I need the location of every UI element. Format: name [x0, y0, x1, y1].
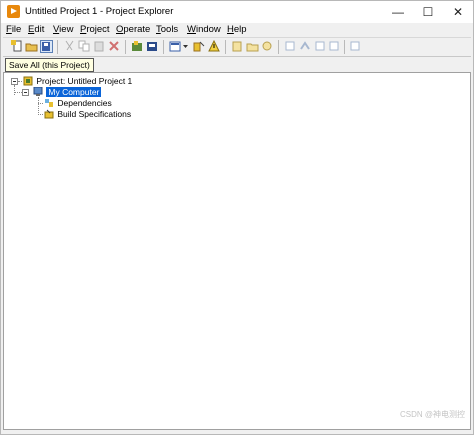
open-folder-icon[interactable] — [25, 40, 38, 53]
title-bar: Untitled Project 1 - Project Explorer — … — [1, 1, 473, 23]
expand-icon[interactable] — [284, 40, 297, 53]
watermark: CSDN @神电测控 — [399, 410, 465, 419]
toolbar-separator — [344, 40, 345, 54]
copy-icon[interactable] — [78, 40, 91, 53]
maximize-icon[interactable]: ☐ — [413, 1, 443, 23]
tree-line — [18, 81, 22, 82]
tree-line — [38, 97, 39, 115]
toolbar-separator — [225, 40, 226, 54]
warning-icon[interactable] — [208, 39, 221, 53]
dependencies-icon — [45, 99, 53, 107]
menu-edit[interactable]: Edit — [28, 24, 44, 35]
menu-operate[interactable]: Operate — [116, 24, 150, 35]
build-specifications-label: Build Specifications — [57, 109, 132, 119]
project-explorer-window: Untitled Project 1 - Project Explorer — … — [0, 0, 474, 435]
menu-view[interactable]: View — [53, 24, 73, 35]
build-specifications-icon — [44, 109, 54, 119]
tree-node-dependencies[interactable]: Dependencies — [44, 98, 112, 108]
save-all-icon[interactable] — [40, 40, 53, 53]
close-icon[interactable]: ✕ — [443, 1, 473, 23]
project-icon — [23, 76, 33, 86]
refresh-icon[interactable] — [314, 40, 327, 53]
tree-node-my-computer[interactable]: My Computer — [33, 86, 102, 97]
toolbar-separator — [57, 40, 58, 54]
add-folder-icon[interactable] — [246, 40, 259, 53]
toolbar-separator — [125, 40, 126, 54]
minimize-icon[interactable]: — — [383, 1, 413, 23]
tree-line — [38, 103, 43, 104]
labview-app-icon — [7, 5, 20, 18]
menu-bar: File Edit View Project Operate Tools Win… — [1, 23, 473, 37]
save-all-tooltip: Save All (this Project) — [5, 58, 94, 72]
sort-icon[interactable] — [328, 40, 341, 53]
deploy-icon[interactable] — [146, 40, 159, 53]
window-title: Untitled Project 1 - Project Explorer — [25, 6, 174, 17]
delete-icon[interactable] — [108, 40, 121, 53]
filter-icon[interactable] — [193, 40, 206, 53]
tree-line — [14, 85, 15, 95]
my-computer-label: My Computer — [46, 87, 102, 97]
paste-icon[interactable] — [93, 40, 106, 53]
menu-file[interactable]: File — [6, 24, 21, 35]
view-as-icon[interactable] — [169, 40, 182, 53]
tree-node-build-specifications[interactable]: Build Specifications — [44, 109, 131, 119]
menu-window[interactable]: Window — [187, 24, 221, 35]
project-tree[interactable]: Project: Untitled Project 1 My Computer … — [3, 72, 471, 430]
add-file-icon[interactable] — [231, 40, 244, 53]
toolbar — [3, 37, 471, 57]
computer-icon — [33, 86, 43, 96]
settings-icon[interactable] — [261, 40, 274, 53]
cut-icon[interactable] — [63, 40, 76, 53]
tree-line — [15, 92, 22, 93]
project-expander-icon[interactable] — [11, 78, 18, 85]
collapse-icon[interactable] — [299, 40, 312, 53]
tree-line — [38, 114, 43, 115]
toolbar-separator — [163, 40, 164, 54]
menu-help[interactable]: Help — [227, 24, 247, 35]
chevron-down-icon[interactable] — [182, 40, 189, 53]
project-label: Project: Untitled Project 1 — [36, 76, 133, 86]
build-icon[interactable] — [131, 40, 144, 53]
help-icon[interactable] — [349, 40, 362, 53]
computer-expander-icon[interactable] — [22, 89, 29, 96]
toolbar-separator — [278, 40, 279, 54]
tree-node-project[interactable]: Project: Untitled Project 1 — [23, 76, 132, 86]
menu-project[interactable]: Project — [80, 24, 110, 35]
new-file-icon[interactable] — [11, 40, 24, 53]
dependencies-label: Dependencies — [57, 98, 112, 108]
menu-tools[interactable]: Tools — [156, 24, 178, 35]
